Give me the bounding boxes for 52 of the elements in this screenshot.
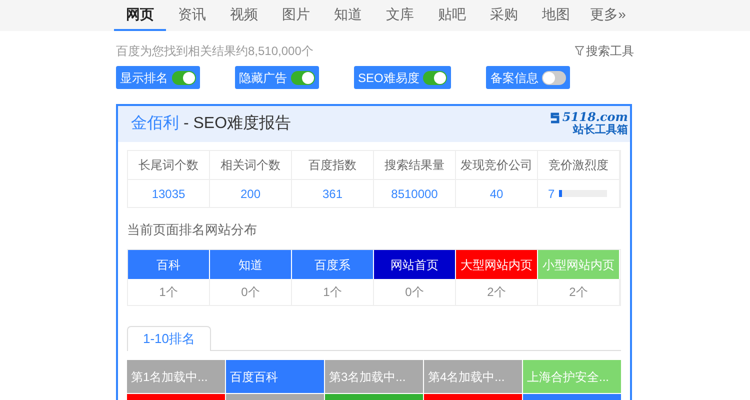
- nav-tab[interactable]: 贴吧: [426, 0, 478, 31]
- table-header-cell: 长尾词个数: [128, 151, 210, 180]
- table-cell: 2个: [456, 279, 538, 305]
- table-header-cell: 相关词个数: [210, 151, 292, 180]
- filter-icon: [575, 46, 584, 56]
- table-cell: 2个: [538, 279, 620, 305]
- nav-tab[interactable]: 网页: [114, 0, 166, 31]
- category-header: 知道: [210, 250, 292, 279]
- table-cell: 13035: [128, 180, 210, 207]
- table-header-cell: 百度指数: [292, 151, 374, 180]
- nav-tab[interactable]: 地图: [530, 0, 582, 31]
- table-cell: 0个: [210, 279, 292, 305]
- category-header: 小型网站内页: [538, 250, 620, 279]
- toggle-button[interactable]: 备案信息: [486, 66, 570, 89]
- intensity-bar: [558, 190, 607, 197]
- nav-tab[interactable]: 采购: [478, 0, 530, 31]
- ranking-tab[interactable]: 1-10排名: [127, 326, 212, 351]
- toggle-button[interactable]: SEO难易度: [354, 66, 452, 89]
- table-cell: 8510000: [374, 180, 456, 207]
- nav-tab[interactable]: 资讯: [166, 0, 218, 31]
- section-title: 当前页面排名网站分布: [127, 221, 258, 238]
- nav-tab[interactable]: 知道: [322, 0, 374, 31]
- switch[interactable]: [423, 70, 448, 84]
- toggle-button[interactable]: 隐藏广告: [235, 66, 319, 89]
- table-header-cell: 搜索结果量: [374, 151, 456, 180]
- table-cell: 200: [210, 180, 292, 207]
- category-header: 网站首页: [374, 250, 456, 279]
- logo-icon: [549, 112, 562, 124]
- table-header-cell: 竞价激烈度: [538, 151, 620, 180]
- table-cell: 7: [538, 180, 620, 207]
- table-header-cell: 发现竞价公司: [456, 151, 538, 180]
- category-header: 百科: [128, 250, 210, 279]
- ranking-cell[interactable]: 百度百科: [226, 360, 324, 393]
- nav-tab[interactable]: 更多»: [582, 0, 634, 31]
- nav-tab[interactable]: 视频: [218, 0, 270, 31]
- table-cell: 40: [456, 180, 538, 207]
- nav-tab[interactable]: 图片: [270, 0, 322, 31]
- switch[interactable]: [542, 70, 566, 84]
- switch[interactable]: [172, 70, 196, 84]
- logo: 5118.com 站长工具箱: [549, 111, 628, 137]
- category-header: 大型网站内页: [456, 250, 538, 279]
- table-cell: 0个: [374, 279, 456, 305]
- result-count: 百度为您找到相关结果约8,510,000个: [116, 43, 314, 60]
- search-tools-button[interactable]: 搜索工具: [575, 42, 634, 60]
- table-cell: 1个: [292, 279, 374, 305]
- report-title: 金佰利 - SEO难度报告: [131, 114, 292, 134]
- toggle-button[interactable]: 显示排名: [116, 66, 200, 89]
- table-cell: 361: [292, 180, 374, 207]
- table-cell: 1个: [128, 279, 210, 305]
- switch[interactable]: [291, 70, 315, 84]
- nav-tab[interactable]: 文库: [374, 0, 426, 31]
- category-header: 百度系: [292, 250, 374, 279]
